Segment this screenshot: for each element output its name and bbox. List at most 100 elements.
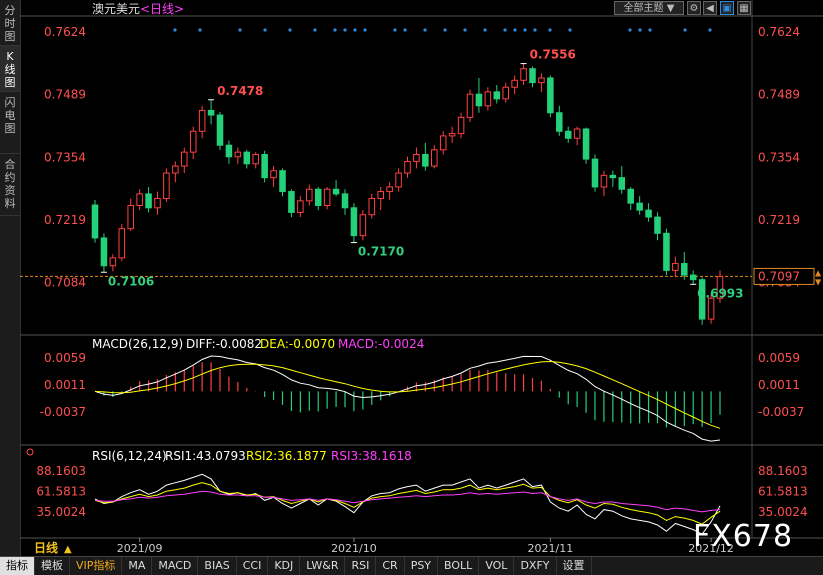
macd-tick-left: -0.0037 <box>40 405 86 419</box>
candle-body <box>529 68 536 84</box>
rsi-tick-right: 35.0024 <box>758 505 808 519</box>
indicator-tab-4[interactable]: MACD <box>152 557 199 575</box>
high-price-label: 0.7556 <box>530 48 576 62</box>
indicator-tab-0[interactable]: 指标 <box>0 557 35 575</box>
candle-body <box>216 114 224 146</box>
indicator-tab-2[interactable]: VIP指标 <box>70 557 123 575</box>
scroll-down-icon: ▼ <box>815 277 822 286</box>
rsi-tick-left: 35.0024 <box>36 505 86 519</box>
candle-body <box>547 77 554 114</box>
event-marker-dot <box>483 28 487 32</box>
candle-body <box>377 191 384 200</box>
candle-body <box>573 128 581 139</box>
candlestick-chart[interactable]: 澳元美元 <日线> 0.7624 0.7624 0.7489 0.7489 0.7354 0.… <box>20 0 823 556</box>
rsi2-value: RSI2:36.1877 <box>246 449 327 463</box>
candle-body <box>100 237 108 267</box>
chart-settings-button[interactable]: ⚙ <box>687 1 701 15</box>
indicator-tab-12[interactable]: BOLL <box>438 557 480 575</box>
event-marker-dot <box>443 28 447 32</box>
candle-body <box>600 174 608 188</box>
dropdown-arrow-icon: ▼ <box>666 3 675 14</box>
candle-body <box>448 133 456 137</box>
theme-select[interactable]: 全部主题 ▼ <box>614 1 684 15</box>
candle-body <box>538 77 545 84</box>
left-tab-3[interactable]: 合约资料 <box>0 154 20 216</box>
rsi3-value: RSI3:38.1618 <box>331 449 412 463</box>
candle-body <box>493 91 501 100</box>
macd-tick-left: 0.0059 <box>44 351 86 365</box>
price-tick-left: 0.7489 <box>44 88 86 102</box>
event-marker-dot <box>523 28 527 32</box>
candle-body <box>654 216 661 234</box>
candle-body <box>288 191 295 213</box>
candle-body <box>618 177 626 190</box>
candle-body <box>484 91 492 107</box>
candle-body <box>681 262 688 276</box>
indicator-tab-10[interactable]: CR <box>376 557 405 575</box>
last-price-label: 0.7097 <box>758 269 800 283</box>
left-tab-char: 分 <box>4 4 16 17</box>
indicator-tab-5[interactable]: BIAS <box>198 557 237 575</box>
candle-body <box>234 151 242 158</box>
candle-body <box>511 79 518 88</box>
indicator-tab-11[interactable]: PSY <box>405 557 439 575</box>
left-tab-0[interactable]: 分时图 <box>0 0 20 46</box>
indicator-tab-8[interactable]: LW&R <box>300 557 346 575</box>
left-tab-1[interactable]: K线图 <box>0 46 20 92</box>
event-marker-dot <box>403 28 407 32</box>
candle-body <box>198 109 206 132</box>
candle-body <box>591 158 599 188</box>
event-marker-dot <box>363 28 367 32</box>
indicator-tab-6[interactable]: CCI <box>237 557 269 575</box>
candle-body <box>556 112 563 132</box>
left-tab-2[interactable]: 闪电图 <box>0 92 20 154</box>
rsi-tick-left: 88.1603 <box>36 464 86 478</box>
candle-body <box>413 153 420 162</box>
left-tab-char: 图 <box>4 76 16 89</box>
macd-name: MACD(26,12,9) <box>92 337 183 351</box>
left-tab-char: 约 <box>4 171 16 184</box>
more-button[interactable]: ◀ <box>703 1 717 15</box>
indicator-tab-1[interactable]: 模板 <box>35 557 70 575</box>
macd-dea-line <box>94 360 721 429</box>
candle-body <box>609 174 617 179</box>
left-tab-char: 资 <box>4 184 16 197</box>
event-marker-dot <box>393 28 397 32</box>
rsi-tick-right: 88.1603 <box>758 464 808 478</box>
macd-tick-left: 0.0011 <box>44 378 86 392</box>
watermark: FX678 <box>693 519 794 554</box>
event-marker-dot <box>313 28 317 32</box>
candle-body <box>261 153 268 179</box>
period-arrow-icon: ▲ <box>64 544 72 555</box>
rsi-tick-left: 61.5813 <box>36 485 86 499</box>
indicator-tab-15[interactable]: 设置 <box>557 557 592 575</box>
theme-select-label: 全部主题 <box>623 3 664 14</box>
low-price-label: 0.7106 <box>108 274 154 288</box>
event-marker-dot <box>343 28 347 32</box>
period-label: <日线> <box>140 2 184 16</box>
single-chart-button[interactable]: ▣ <box>720 1 734 15</box>
left-tab-char: K <box>6 50 14 63</box>
multi-chart-button[interactable]: ▦ <box>737 1 751 15</box>
price-tick-left: 0.7624 <box>44 25 86 39</box>
event-marker-dot <box>638 28 642 32</box>
candle-body <box>520 68 527 81</box>
indicator-tab-3[interactable]: MA <box>122 557 153 575</box>
candle-body <box>368 198 376 216</box>
candle-body <box>350 207 358 237</box>
rsi1-value: RSI1:43.0793 <box>165 449 246 463</box>
candle-body <box>163 172 170 200</box>
candle-body <box>627 188 634 204</box>
indicator-tab-13[interactable]: VOL <box>479 557 515 575</box>
event-marker-dot <box>173 28 177 32</box>
indicator-tab-14[interactable]: DXFY <box>514 557 557 575</box>
price-tick-right: 0.7624 <box>758 25 800 39</box>
candle-body <box>279 170 286 193</box>
indicator-tab-7[interactable]: KDJ <box>268 557 301 575</box>
price-tick-right: 0.7489 <box>758 88 800 102</box>
indicator-tab-9[interactable]: RSI <box>345 557 377 575</box>
macd-diff-value: DIFF:-0.0082 <box>186 337 262 351</box>
candle-body <box>118 228 126 259</box>
price-tick-left: 0.7354 <box>44 150 86 164</box>
price-tick-left: 0.7084 <box>44 275 86 289</box>
